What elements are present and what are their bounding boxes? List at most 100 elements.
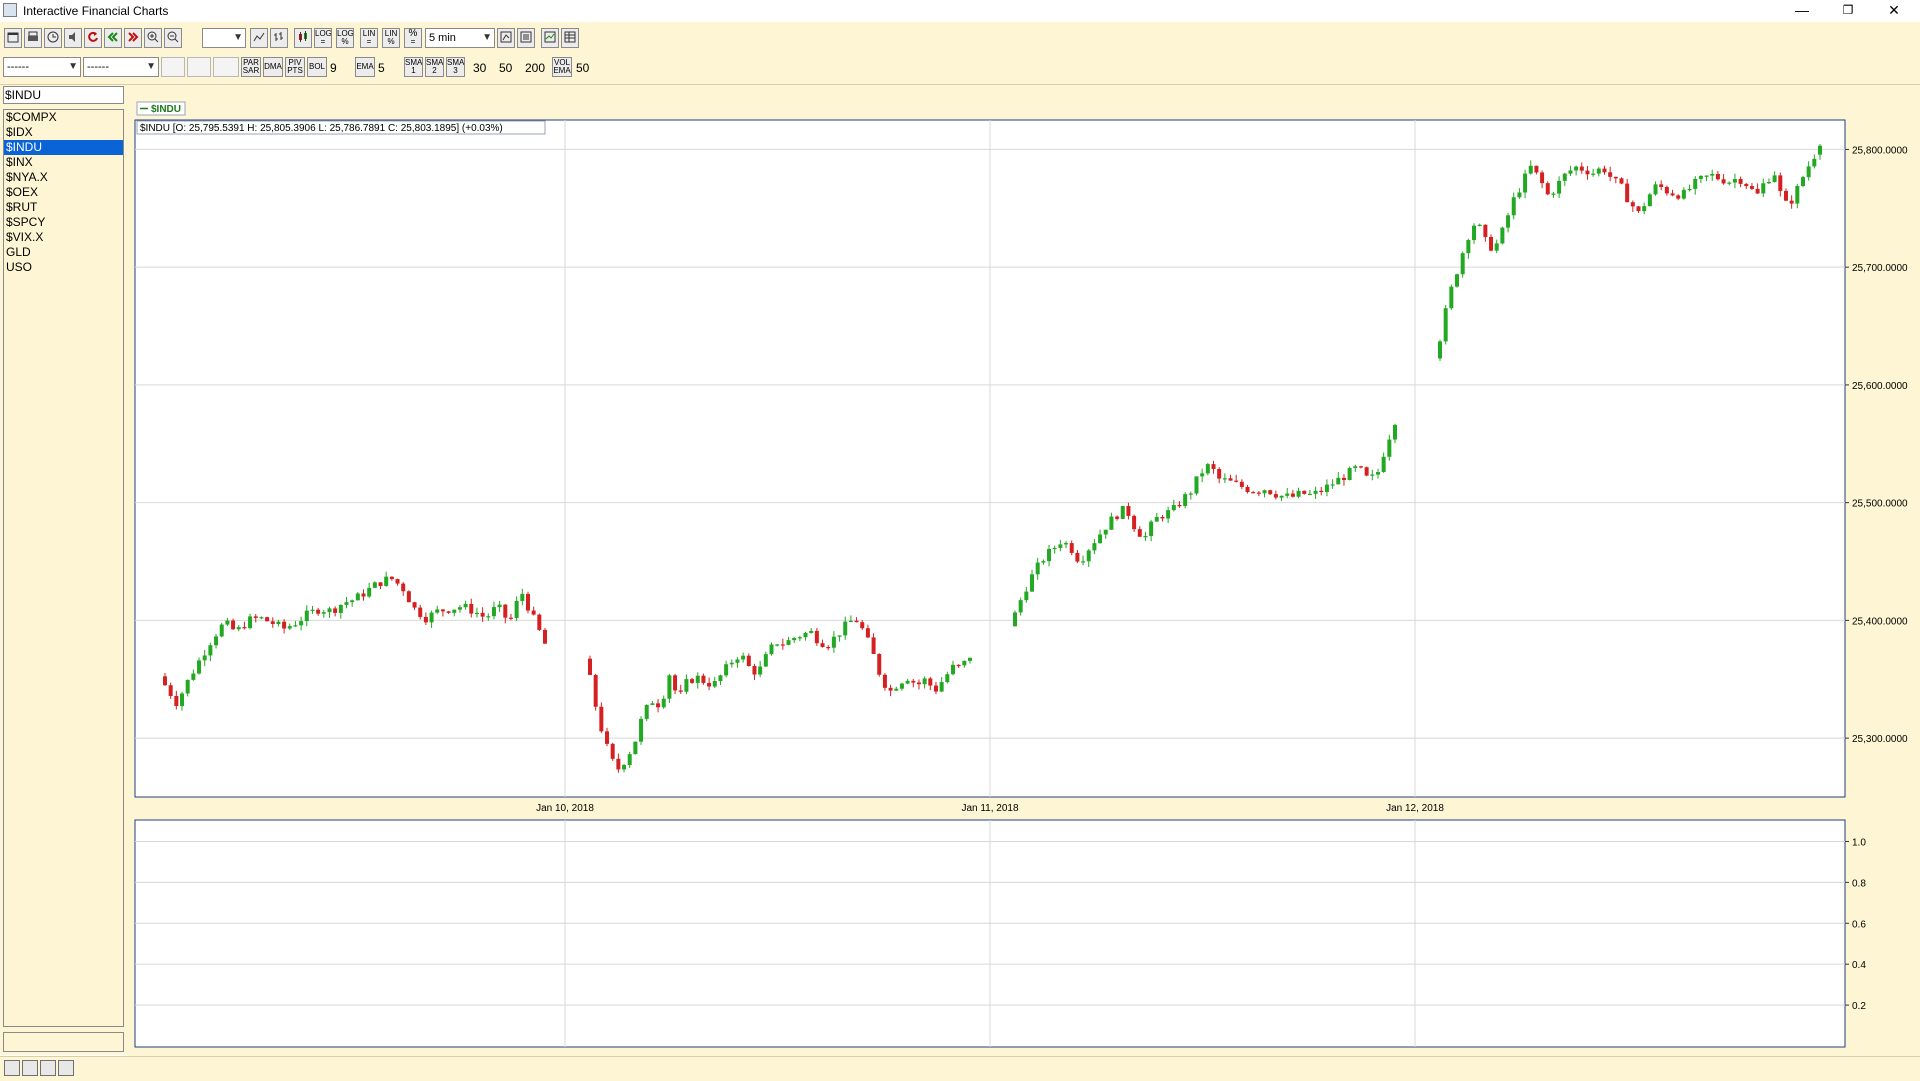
- symbol-item[interactable]: $IDX: [4, 125, 123, 140]
- candle-body: [1568, 170, 1573, 174]
- symbol-item[interactable]: $RUT: [4, 200, 123, 215]
- candle-body: [1517, 192, 1522, 198]
- symbol-item[interactable]: $OEX: [4, 185, 123, 200]
- open-icon[interactable]: [4, 1060, 20, 1076]
- study-select-1[interactable]: ------ ▼: [3, 57, 81, 77]
- symbol-item[interactable]: GLD: [4, 245, 123, 260]
- save-as-icon[interactable]: [40, 1060, 56, 1076]
- dma-button[interactable]: DMA: [263, 57, 283, 77]
- lin-eq-button[interactable]: LIN =: [360, 28, 378, 48]
- refresh-icon[interactable]: [84, 28, 102, 48]
- ema-value[interactable]: 5: [378, 61, 385, 75]
- symbol-item[interactable]: $NYA.X: [4, 170, 123, 185]
- parabolic-sar-button[interactable]: PAR SAR: [241, 57, 261, 77]
- minimize-button[interactable]: —: [1782, 0, 1822, 22]
- candle-body: [678, 690, 683, 692]
- ema-button[interactable]: EMA: [355, 57, 375, 77]
- sound-icon[interactable]: [64, 28, 82, 48]
- sma1-value[interactable]: 30: [473, 61, 486, 75]
- candle-body: [707, 682, 712, 687]
- candle-body: [1585, 170, 1590, 175]
- log-pct-button[interactable]: LOG%: [336, 28, 354, 48]
- candlestick-icon[interactable]: [294, 28, 312, 48]
- settings-icon[interactable]: [58, 1060, 74, 1076]
- candle-body: [803, 632, 808, 638]
- sma1-button[interactable]: SMA 1: [404, 57, 423, 77]
- bollinger-value[interactable]: 9: [330, 61, 337, 75]
- candle-body: [695, 675, 700, 683]
- symbol-item[interactable]: $SPCY: [4, 215, 123, 230]
- candle-body: [457, 607, 462, 610]
- candle-body: [1460, 253, 1465, 275]
- sma2-button[interactable]: SMA 2: [425, 57, 444, 77]
- candle-body: [831, 636, 836, 648]
- print-icon[interactable]: [24, 28, 42, 48]
- lower-y-tick-label: 0.4: [1852, 960, 1866, 971]
- scroll-right-icon[interactable]: [124, 28, 142, 48]
- restore-button[interactable]: ❐: [1828, 0, 1868, 22]
- symbol-entry-field[interactable]: [3, 1032, 124, 1052]
- blank-field-3[interactable]: [213, 57, 239, 77]
- symbol-item[interactable]: $INX: [4, 155, 123, 170]
- candle-body: [304, 610, 309, 622]
- candle-body: [661, 698, 666, 708]
- volume-ema-button[interactable]: VOL EMA: [552, 57, 572, 77]
- new-chart-icon[interactable]: [4, 28, 22, 48]
- candle-body: [543, 629, 547, 644]
- candle-body: [248, 616, 253, 629]
- candle-body: [1596, 168, 1601, 174]
- candle-body: [1579, 166, 1584, 171]
- price-chart[interactable]: $INDU $INDU [O: 25,795.5391 H: 25,805.39…: [128, 85, 1920, 1056]
- candle-body: [1143, 536, 1148, 538]
- log-eq-button[interactable]: LOG =: [314, 28, 332, 48]
- candle-body: [1715, 173, 1720, 180]
- blank-field-1[interactable]: [161, 57, 185, 77]
- close-button[interactable]: ✕: [1874, 0, 1914, 22]
- candle-body: [848, 620, 853, 622]
- sma3-button[interactable]: SMA 3: [446, 57, 465, 77]
- candle-body: [911, 680, 916, 683]
- chart-settings-icon[interactable]: [497, 28, 515, 48]
- candle-body: [1035, 562, 1040, 575]
- candle-body: [1041, 561, 1046, 563]
- sma2-value[interactable]: 50: [499, 61, 512, 75]
- candle-body: [1449, 286, 1454, 309]
- data-table-icon[interactable]: [561, 28, 579, 48]
- pivot-points-button[interactable]: PIV PTS: [285, 57, 305, 77]
- symbol-list[interactable]: $COMPX $IDX $INDU $INX $NYA.X $OEX $RUT …: [3, 109, 124, 1027]
- bollinger-button[interactable]: BOL: [307, 57, 327, 77]
- candle-body: [197, 660, 202, 674]
- candle-body: [282, 621, 287, 629]
- line-chart-icon[interactable]: [250, 28, 268, 48]
- sma3-value[interactable]: 200: [525, 61, 545, 75]
- volume-ema-value[interactable]: 50: [576, 61, 589, 75]
- candle-body: [888, 687, 893, 691]
- compare-chart-icon[interactable]: [541, 28, 559, 48]
- clock-icon[interactable]: [44, 28, 62, 48]
- study-select-2[interactable]: ------ ▼: [83, 57, 159, 77]
- scroll-left-icon[interactable]: [104, 28, 122, 48]
- candle-body: [633, 741, 638, 755]
- symbol-item[interactable]: $COMPX: [4, 110, 123, 125]
- legend-label[interactable]: $INDU: [151, 104, 181, 115]
- blank-field-2[interactable]: [187, 57, 211, 77]
- interval-select[interactable]: 5 min ▼: [425, 28, 495, 48]
- candle-body: [208, 645, 213, 656]
- candle-body: [786, 640, 791, 645]
- lower-y-tick-label: 1.0: [1852, 837, 1866, 848]
- symbol-input[interactable]: $INDU: [3, 86, 124, 104]
- percent-button[interactable]: % =: [404, 28, 422, 48]
- zoom-in-icon[interactable]: [144, 28, 162, 48]
- candle-body: [1381, 456, 1386, 472]
- x-tick-label: Jan 11, 2018: [961, 803, 1019, 814]
- candle-body: [1778, 175, 1783, 191]
- zoom-out-icon[interactable]: [164, 28, 182, 48]
- indicator-settings-icon[interactable]: [517, 28, 535, 48]
- symbol-item-selected[interactable]: $INDU: [4, 140, 123, 155]
- zoom-select[interactable]: ▼: [202, 28, 246, 48]
- save-icon[interactable]: [22, 1060, 38, 1076]
- symbol-item[interactable]: $VIX.X: [4, 230, 123, 245]
- bar-chart-icon[interactable]: [270, 28, 288, 48]
- symbol-item[interactable]: USO: [4, 260, 123, 275]
- lin-pct-button[interactable]: LIN%: [382, 28, 400, 48]
